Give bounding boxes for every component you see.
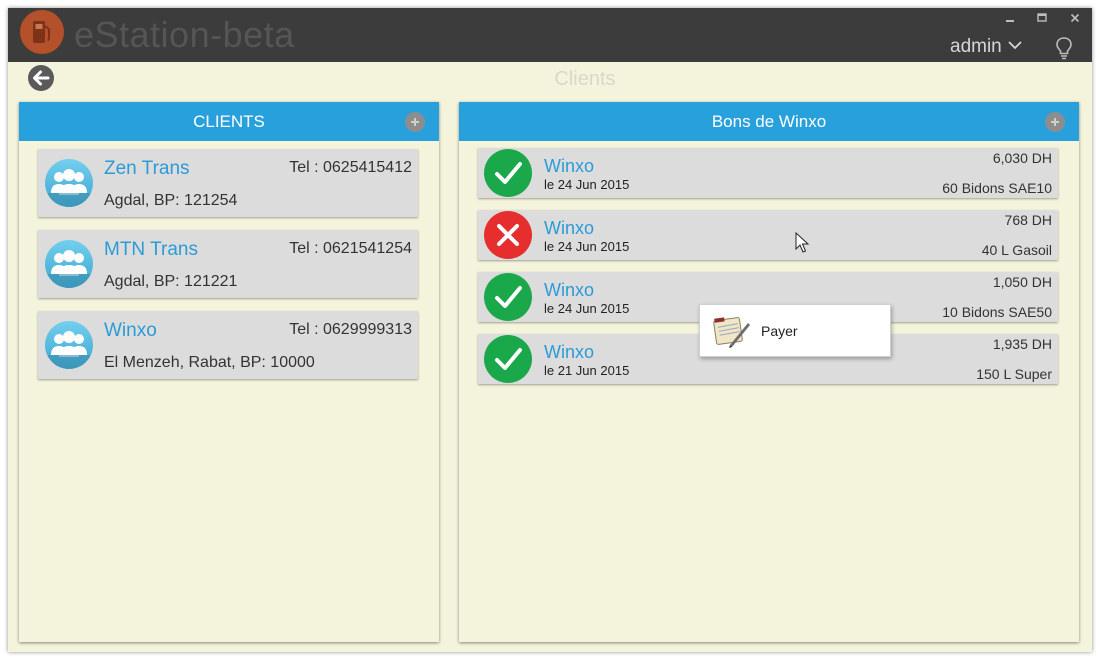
clients-panel: CLIENTS Zen Trans Tel : 0625415412 Agdal… <box>19 102 439 642</box>
context-menu: Payer <box>699 304 891 357</box>
bon-amount: 6,030 DH <box>992 150 1052 166</box>
client-card-zen-trans[interactable]: Zen Trans Tel : 0625415412 Agdal, BP: 12… <box>38 149 418 217</box>
bon-amount: 768 DH <box>1004 212 1052 228</box>
group-icon <box>45 240 93 288</box>
maximize-button[interactable] <box>1033 12 1051 26</box>
menu-item-label: Payer <box>761 323 798 339</box>
bon-client: Winxo <box>544 218 595 238</box>
title-bar: eStation-beta admin <box>8 8 1092 62</box>
add-client-button[interactable] <box>405 112 425 132</box>
notepad-icon <box>713 317 750 348</box>
check-icon <box>484 149 532 197</box>
app-title: eStation-beta <box>74 14 295 55</box>
check-icon <box>484 273 532 321</box>
app-window: eStation-beta admin Clients CLIENTS Zen … <box>8 8 1092 652</box>
lightbulb-icon[interactable] <box>1054 36 1074 65</box>
bon-amount: 1,050 DH <box>992 274 1052 290</box>
add-bon-button[interactable] <box>1045 112 1065 132</box>
bon-card[interactable]: Winxo le 24 Jun 2015 6,030 DH 60 Bidons … <box>478 148 1058 198</box>
client-tel: Tel : 0629999313 <box>289 321 412 338</box>
user-menu[interactable]: admin <box>950 36 1022 58</box>
client-card-winxo[interactable]: Winxo Tel : 0629999313 El Menzeh, Rabat,… <box>38 311 418 379</box>
main-content: Clients CLIENTS Zen Trans Tel : 06254154… <box>8 62 1092 652</box>
minimize-icon <box>1006 20 1014 22</box>
bon-date: le 21 Jun 2015 <box>544 363 630 378</box>
client-address: Agdal, BP: 121221 <box>104 273 238 290</box>
mouse-cursor-icon <box>795 232 810 253</box>
group-icon <box>45 159 93 207</box>
bon-date: le 24 Jun 2015 <box>544 239 630 254</box>
bon-card[interactable]: Winxo le 24 Jun 2015 768 DH 40 L Gasoil <box>478 210 1058 260</box>
close-button[interactable] <box>1066 12 1084 26</box>
close-icon <box>1070 13 1080 23</box>
bons-panel-title: Bons de Winxo <box>711 112 827 131</box>
client-name: Zen Trans <box>104 158 190 179</box>
client-address: Agdal, BP: 121254 <box>104 192 238 209</box>
minimize-button[interactable] <box>1001 12 1019 26</box>
bon-product: 60 Bidons SAE10 <box>942 180 1052 196</box>
clients-panel-title: CLIENTS <box>193 112 265 131</box>
client-name: Winxo <box>104 320 157 341</box>
bon-date: le 24 Jun 2015 <box>544 301 630 316</box>
user-name: admin <box>950 36 1002 57</box>
maximize-icon <box>1037 13 1047 22</box>
client-card-mtn-trans[interactable]: MTN Trans Tel : 0621541254 Agdal, BP: 12… <box>38 230 418 298</box>
menu-item-payer[interactable]: Payer <box>700 305 890 356</box>
bon-client: Winxo <box>544 280 595 300</box>
bons-panel-header: Bons de Winxo <box>459 102 1079 141</box>
client-name: MTN Trans <box>104 239 198 260</box>
check-icon <box>484 335 532 383</box>
bon-product: 10 Bidons SAE50 <box>942 304 1052 320</box>
bon-product: 40 L Gasoil <box>981 242 1052 258</box>
bon-date: le 24 Jun 2015 <box>544 177 630 192</box>
close-icon <box>484 211 532 259</box>
clients-panel-header: CLIENTS <box>19 102 439 141</box>
bon-client: Winxo <box>544 156 595 176</box>
client-tel: Tel : 0621541254 <box>289 240 412 257</box>
bon-amount: 1,935 DH <box>992 336 1052 352</box>
bon-client: Winxo <box>544 342 595 362</box>
group-icon <box>45 321 93 369</box>
bons-panel: Bons de Winxo Winxo le 24 Jun 2015 6,030… <box>459 102 1079 642</box>
chevron-down-icon <box>1008 37 1022 53</box>
client-address: El Menzeh, Rabat, BP: 10000 <box>104 354 315 371</box>
fuel-pump-icon <box>20 10 64 54</box>
page-title: Clients <box>554 68 616 90</box>
bon-product: 150 L Super <box>976 366 1052 382</box>
client-tel: Tel : 0625415412 <box>289 159 412 176</box>
